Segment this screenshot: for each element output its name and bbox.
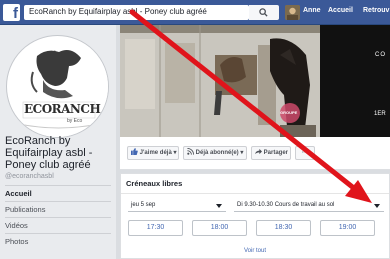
page-handle[interactable]: @ecoranchasbl: [5, 173, 54, 180]
page-profile-picture[interactable]: ECORANCH by Eco: [6, 35, 109, 138]
more-button[interactable]: ···: [295, 146, 315, 160]
date-select-value: jeu 5 sep: [131, 202, 156, 208]
sidebar-item-posts[interactable]: Publications: [5, 202, 111, 217]
cover-text-top: CO: [375, 52, 386, 58]
share-button[interactable]: Partager: [251, 146, 291, 160]
search-button[interactable]: [249, 5, 279, 20]
logo-wordmark: ECORANCH: [24, 102, 101, 116]
sidebar-item-home[interactable]: Accueil: [5, 186, 111, 201]
sidebar-item-videos[interactable]: Vidéos: [5, 218, 111, 233]
search-icon: [259, 8, 268, 17]
thumbs-up-icon: [131, 148, 138, 155]
cover-photo-image: [120, 25, 390, 137]
share-arrow-icon: [255, 148, 262, 155]
divider: [121, 193, 389, 194]
facebook-logo-icon[interactable]: f: [3, 4, 20, 21]
cover-photo[interactable]: CO 1ER GROUPE: [120, 25, 390, 137]
card-title: Créneaux libres: [126, 179, 183, 188]
logo-tagline: by Eco: [67, 118, 83, 124]
search-input-value: EcoRanch by Equifairplay asbl - Poney cl…: [29, 7, 207, 16]
cover-text-bottom: 1ER: [374, 111, 386, 117]
page-action-bar: J'aime déjà ▾ Déjà abonné(e) ▾ Partager …: [120, 137, 390, 170]
date-select[interactable]: jeu 5 sep: [128, 200, 226, 212]
nav-profile-link[interactable]: Anne: [303, 7, 321, 14]
like-button-label: J'aime déjà: [139, 150, 172, 156]
top-bar: f EcoRanch by Equifairplay asbl - Poney …: [0, 0, 390, 25]
follow-button-label: Déjà abonné(e): [195, 150, 239, 156]
search-input[interactable]: EcoRanch by Equifairplay asbl - Poney cl…: [24, 5, 249, 20]
time-slot-button[interactable]: 19:00: [320, 220, 375, 236]
nav-home-link[interactable]: Accueil: [328, 7, 353, 14]
follow-button[interactable]: Déjà abonné(e) ▾: [183, 146, 247, 160]
caret-down-icon: [216, 204, 222, 208]
course-select-value: Di 9.30-10.30 Cours de travail au sol: [237, 202, 335, 208]
share-button-label: Partager: [263, 150, 289, 156]
available-slots-card: Créneaux libres jeu 5 sep Di 9.30-10.30 …: [120, 173, 390, 259]
cover-badge: GROUPE: [280, 110, 298, 115]
nav-find-friends-link[interactable]: Retrouv: [363, 7, 389, 14]
time-slot-button[interactable]: 17:30: [128, 220, 183, 236]
like-button[interactable]: J'aime déjà ▾: [127, 146, 179, 160]
caret-down-icon: [374, 204, 380, 208]
course-select[interactable]: Di 9.30-10.30 Cours de travail au sol: [234, 200, 384, 212]
time-slot-button[interactable]: 18:30: [256, 220, 311, 236]
page-title[interactable]: EcoRanch by Equifairplay asbl - Poney cl…: [5, 135, 115, 171]
ecoranch-logo: [7, 36, 108, 137]
avatar[interactable]: [285, 5, 300, 20]
see-all-link[interactable]: Voir tout: [121, 248, 389, 254]
rss-icon: [187, 148, 194, 155]
time-slot-button[interactable]: 18:00: [192, 220, 247, 236]
left-sidebar: ECORANCH by Eco EcoRanch by Equifairplay…: [0, 25, 116, 259]
sidebar-item-photos[interactable]: Photos: [5, 234, 111, 249]
